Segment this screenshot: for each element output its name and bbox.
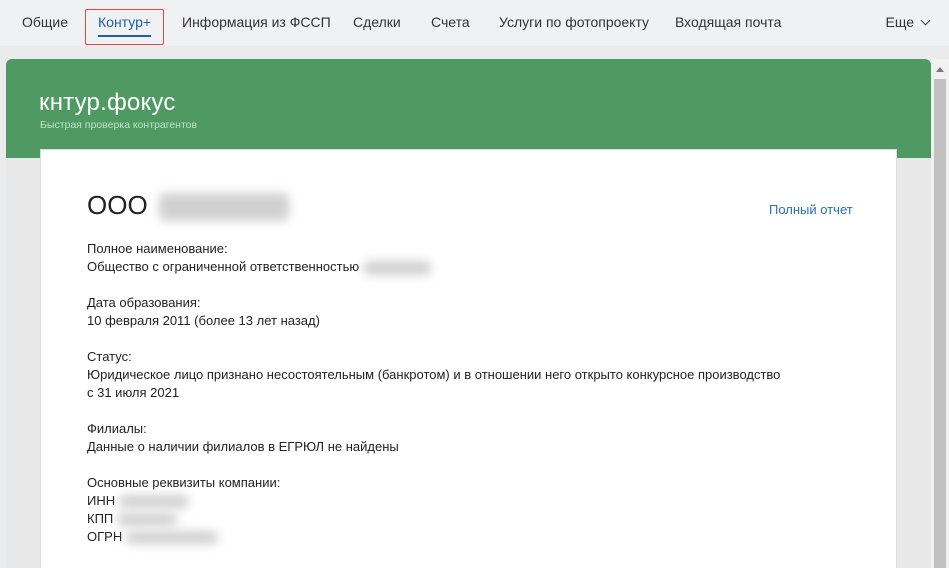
company-prefix: ООО bbox=[87, 190, 148, 220]
scroll-up-arrow-icon[interactable] bbox=[936, 67, 944, 72]
founded-field: Дата образования: 10 февраля 2011 (более… bbox=[87, 294, 320, 330]
tab-bar: Общие Контур+ Информация из ФССП Сделки … bbox=[0, 0, 949, 46]
tab-general[interactable]: Общие bbox=[22, 0, 68, 46]
tab-deals[interactable]: Сделки bbox=[353, 0, 401, 46]
branches-value: Данные о наличии филиалов в ЕГРЮЛ не най… bbox=[87, 439, 399, 454]
kpp-row: КПП bbox=[87, 510, 280, 528]
status-date: с 31 июля 2021 bbox=[87, 385, 180, 400]
company-card: ООО Полный отчет Полное наименование: Об… bbox=[40, 149, 897, 568]
full-report-link[interactable]: Полный отчет bbox=[769, 202, 853, 217]
logo-text: кнтур.фокус bbox=[39, 89, 176, 116]
more-label: Еще bbox=[885, 14, 915, 30]
kpp-label: КПП bbox=[87, 511, 114, 526]
tab-photo-services[interactable]: Услуги по фотопроекту bbox=[499, 0, 649, 46]
tab-invoices[interactable]: Счета bbox=[431, 0, 470, 46]
redacted-ogrn bbox=[126, 531, 219, 545]
widget-header: кнтур.фокус Быстрая проверка контрагенто… bbox=[6, 59, 931, 158]
kontur-focus-logo: кнтур.фокус bbox=[39, 89, 176, 117]
status-value: Юридическое лицо признано несостоятельны… bbox=[87, 367, 781, 382]
branches-label: Филиалы: bbox=[87, 421, 147, 436]
ogrn-label: ОГРН bbox=[87, 529, 123, 544]
chevron-down-icon bbox=[920, 15, 931, 26]
inn-label: ИНН bbox=[87, 493, 116, 508]
branches-field: Филиалы: Данные о наличии филиалов в ЕГР… bbox=[87, 420, 399, 456]
kontur-focus-widget: кнтур.фокус Быстрая проверка контрагенто… bbox=[6, 59, 931, 568]
tab-highlight-box bbox=[85, 9, 164, 45]
redacted-company-name bbox=[158, 193, 289, 222]
founded-value: 10 февраля 2011 (более 13 лет назад) bbox=[87, 313, 320, 328]
vertical-scrollbar[interactable] bbox=[931, 59, 949, 568]
company-title: ООО bbox=[87, 190, 289, 222]
full-name-field: Полное наименование: Общество с ограниче… bbox=[87, 240, 432, 276]
full-name-value: Общество с ограниченной ответственностью bbox=[87, 258, 432, 276]
status-field: Статус: Юридическое лицо признано несост… bbox=[87, 348, 780, 402]
redacted-full-name bbox=[363, 260, 432, 275]
inn-row: ИНН bbox=[87, 492, 280, 510]
scroll-thumb[interactable] bbox=[934, 79, 946, 568]
widget-tagline: Быстрая проверка контрагентов bbox=[40, 119, 198, 131]
full-name-text: Общество с ограниченной ответственностью bbox=[87, 259, 360, 274]
founded-label: Дата образования: bbox=[87, 295, 201, 310]
full-name-label: Полное наименование: bbox=[87, 241, 228, 256]
status-label: Статус: bbox=[87, 349, 132, 364]
requisites-label: Основные реквизиты компании: bbox=[87, 475, 281, 490]
redacted-inn bbox=[119, 495, 190, 509]
tab-inbox[interactable]: Входящая почта bbox=[675, 0, 781, 46]
redacted-kpp bbox=[117, 513, 178, 527]
requisites-field: Основные реквизиты компании: ИНН КПП ОГР… bbox=[87, 474, 280, 546]
tab-fssp-info[interactable]: Информация из ФССП bbox=[182, 0, 331, 46]
more-menu-button[interactable]: Еще bbox=[885, 0, 931, 46]
ogrn-row: ОГРН bbox=[87, 528, 280, 546]
